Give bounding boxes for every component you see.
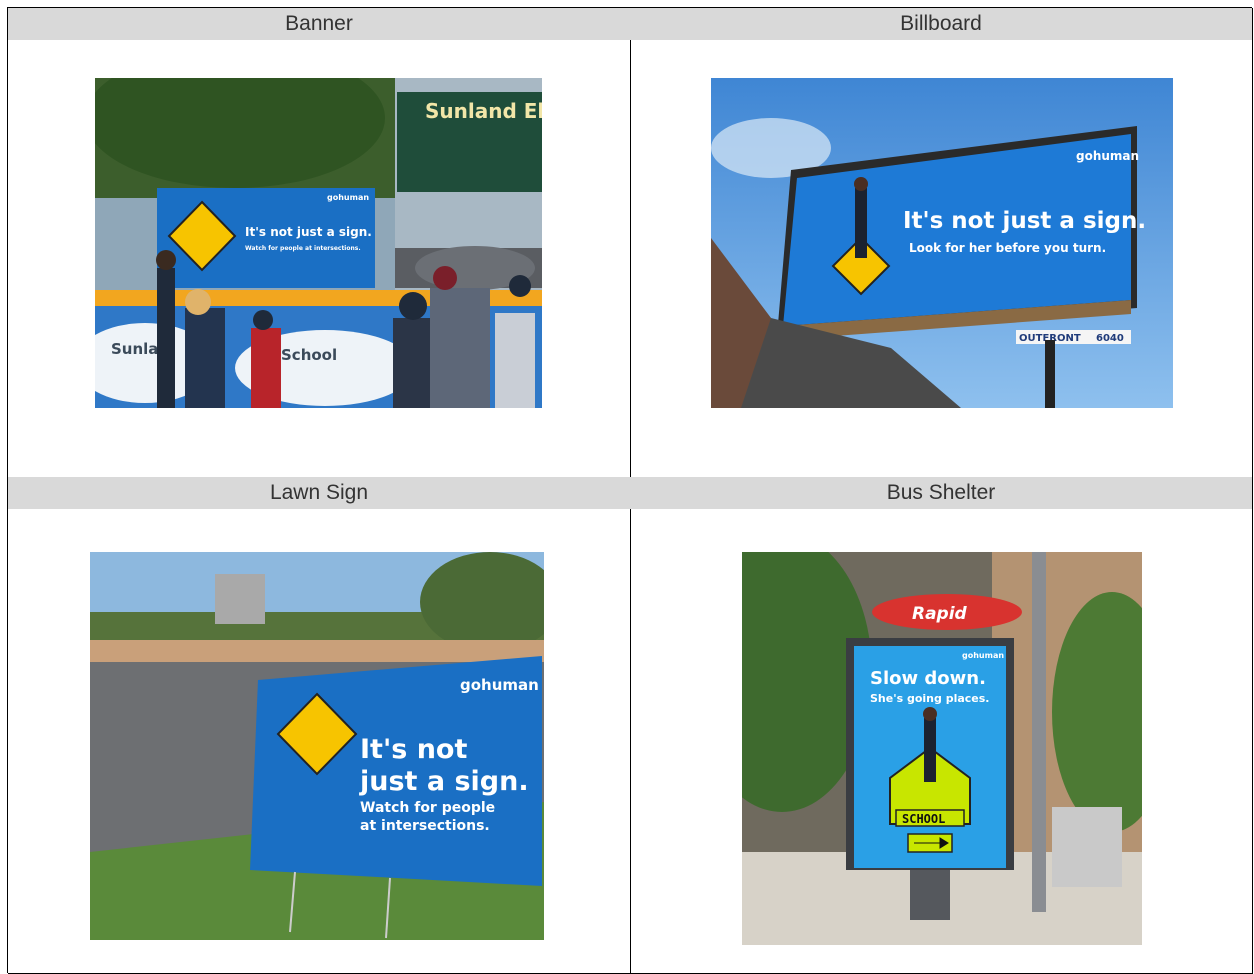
panel-banner: Banner Sunland Elem It's not just a sign…	[8, 8, 631, 478]
rapid-label: Rapid	[912, 604, 968, 624]
school-marquee-text: Sunland Elem	[425, 99, 542, 123]
billboard-brand: gohuman	[1076, 149, 1139, 163]
panel-billboard: Billboard It's not just a sign. Look for…	[630, 8, 1253, 478]
image-comparison-table: Banner Sunland Elem It's not just a sign…	[7, 7, 1253, 974]
billboard-subline: Look for her before you turn.	[909, 241, 1106, 255]
panel-bus-shelter: Bus Shelter Rapid Slow down. She's going…	[630, 477, 1253, 974]
lawn-headline-1: It's not	[360, 734, 467, 765]
billboard-headline: It's not just a sign.	[903, 208, 1146, 234]
shelter-headline: Slow down.	[870, 668, 986, 689]
shelter-subline: She's going places.	[870, 692, 989, 705]
banner-headline: It's not just a sign.	[245, 225, 372, 239]
lawn-sign-photo: It's not just a sign. Watch for people a…	[90, 552, 544, 940]
panel-title: Billboard	[630, 8, 1252, 40]
bus-shelter-photo: Rapid Slow down. She's going places. goh…	[742, 552, 1142, 945]
banner-brand: gohuman	[327, 193, 369, 202]
banner-subline: Watch for people at intersections.	[245, 245, 361, 252]
fence-text-right: School	[281, 346, 337, 364]
lawn-headline-2: just a sign.	[359, 766, 529, 797]
lawn-subline-2: at intersections.	[360, 818, 490, 834]
billboard-vendor-number: 6040	[1096, 333, 1124, 344]
lawn-brand: gohuman	[460, 676, 539, 694]
shelter-brand: gohuman	[962, 651, 1004, 660]
panel-title: Lawn Sign	[8, 477, 630, 509]
panel-title: Bus Shelter	[630, 477, 1252, 509]
panel-lawn-sign: Lawn Sign It's not just a sign. Watch fo…	[8, 477, 631, 974]
panel-title: Banner	[8, 8, 630, 40]
shelter-school-label: SCHOOL	[902, 812, 945, 826]
banner-photo: Sunland Elem It's not just a sign. Watch…	[95, 78, 542, 408]
billboard-photo: It's not just a sign. Look for her befor…	[711, 78, 1173, 408]
lawn-subline-1: Watch for people	[360, 800, 495, 816]
